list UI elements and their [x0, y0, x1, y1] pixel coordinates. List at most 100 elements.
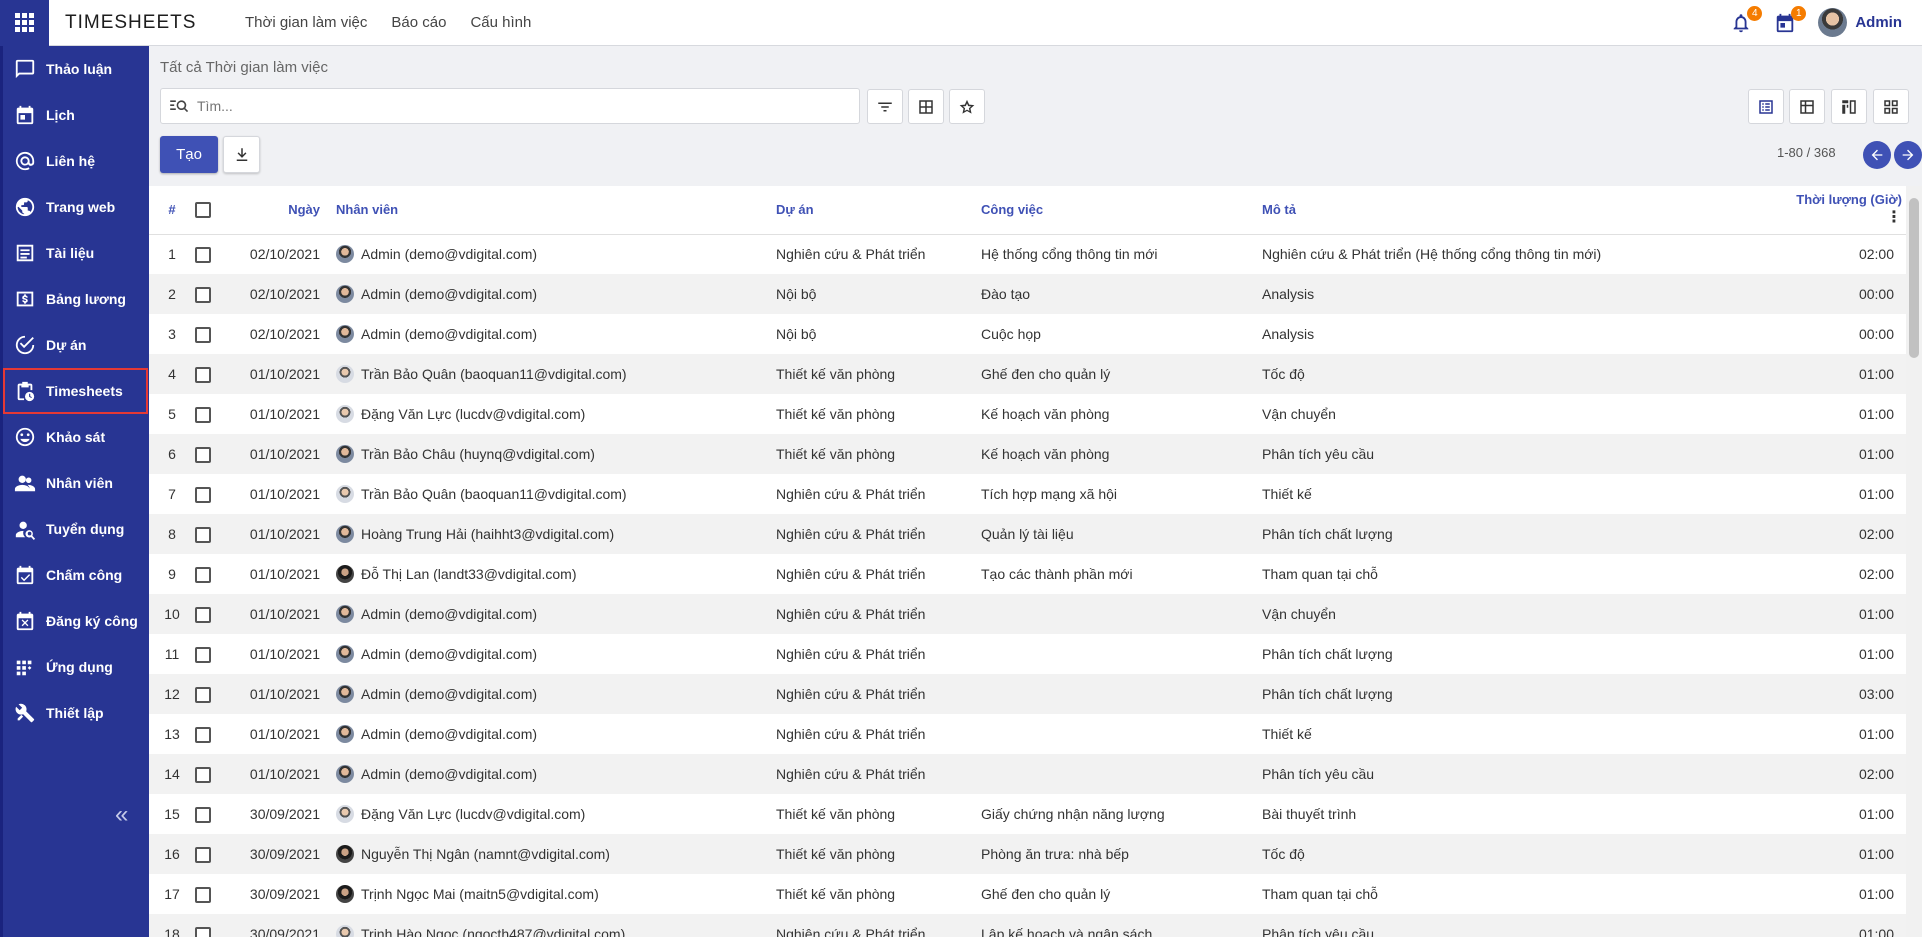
- sidebar-item-settings[interactable]: Thiết lập: [3, 690, 149, 736]
- table-row[interactable]: 3 02/10/2021 Admin (demo@vdigital.com) Nội …: [149, 314, 1906, 354]
- row-employee-cell: Trần Bảo Quân (baoquan11@vdigital.com): [336, 354, 776, 394]
- row-task: Cuộc họp: [981, 326, 1041, 342]
- sidebar-item-discuss[interactable]: Thảo luận: [3, 46, 149, 92]
- table-row[interactable]: 8 01/10/2021 Hoàng Trung Hải (haihht3@vdig…: [149, 514, 1906, 554]
- table-row[interactable]: 7 01/10/2021 Trần Bảo Quân (baoquan11@vdig…: [149, 474, 1906, 514]
- nav-item-reports[interactable]: Báo cáo: [391, 14, 446, 31]
- col-project-header[interactable]: Dự án: [776, 186, 981, 234]
- user-menu[interactable]: Admin: [1818, 8, 1902, 37]
- row-employee-cell: Admin (demo@vdigital.com): [336, 234, 776, 274]
- row-date: 02/10/2021: [249, 246, 320, 263]
- row-checkbox[interactable]: [195, 446, 211, 463]
- sidebar-item-calendar[interactable]: Lịch: [3, 92, 149, 138]
- kanban-view-button[interactable]: [1831, 89, 1867, 124]
- sidebar-item-documents[interactable]: Tài liệu: [3, 230, 149, 276]
- sidebar-item-website[interactable]: Trang web: [3, 184, 149, 230]
- table-row[interactable]: 15 30/09/2021 Đặng Văn Lực (lucdv@vdigital…: [149, 794, 1906, 834]
- row-checkbox[interactable]: [195, 326, 211, 343]
- row-checkbox[interactable]: [195, 486, 211, 503]
- col-duration-header[interactable]: Thời lượng (Giờ) ⋮: [1782, 186, 1906, 234]
- avatar: [336, 245, 354, 264]
- download-button[interactable]: [223, 136, 260, 173]
- row-employee: Trần Bảo Quân (baoquan11@vdigital.com): [361, 486, 627, 502]
- pager-previous-button[interactable]: [1863, 141, 1891, 169]
- col-date-header[interactable]: Ngày: [235, 186, 320, 234]
- column-options-icon[interactable]: ⋮: [1886, 209, 1902, 226]
- row-checkbox[interactable]: [195, 406, 211, 423]
- row-date: 01/10/2021: [249, 406, 320, 422]
- sidebar-item-apps[interactable]: Ứng dụng: [3, 644, 149, 690]
- sidebar-item-timesheets[interactable]: Timesheets: [3, 368, 148, 414]
- table-scrollbar[interactable]: [1906, 186, 1922, 937]
- sidebar-item-work-registration[interactable]: Đăng ký công: [3, 598, 149, 644]
- row-checkbox[interactable]: [195, 566, 211, 583]
- table-row[interactable]: 14 01/10/2021 Admin (demo@vdigital.com) Ngh…: [149, 754, 1906, 794]
- col-description-header[interactable]: Mô tả: [1262, 186, 1782, 234]
- table-row[interactable]: 2 02/10/2021 Admin (demo@vdigital.com) Nội …: [149, 274, 1906, 314]
- search-box[interactable]: [160, 88, 860, 124]
- search-input[interactable]: [197, 98, 837, 114]
- row-checkbox[interactable]: [195, 726, 211, 743]
- person-search-icon: [15, 521, 36, 540]
- table-row[interactable]: 16 30/09/2021 Nguyễn Thị Ngân (namnt@vdigi…: [149, 834, 1906, 874]
- sidebar-item-employees[interactable]: Nhân viên: [3, 460, 149, 506]
- dashboard-view-button[interactable]: [1873, 89, 1909, 124]
- table-row[interactable]: 10 01/10/2021 Admin (demo@vdigital.com) Ngh…: [149, 594, 1906, 634]
- row-description: Phân tích yêu cầu: [1262, 766, 1375, 782]
- row-description: Vận chuyển: [1262, 406, 1336, 422]
- nav-item-work-time[interactable]: Thời gian làm việc: [245, 14, 367, 31]
- activity-button[interactable]: 1: [1774, 5, 1807, 34]
- table-row[interactable]: 11 01/10/2021 Admin (demo@vdigital.com) Ngh…: [149, 634, 1906, 674]
- table-row[interactable]: 18 30/09/2021 Trịnh Hào Ngọc (ngocth487@vd…: [149, 914, 1906, 937]
- create-button[interactable]: Tạo: [160, 136, 218, 173]
- row-index: 5: [168, 406, 176, 422]
- row-checkbox[interactable]: [195, 526, 211, 543]
- table-row[interactable]: 13 01/10/2021 Admin (demo@vdigital.com) Ngh…: [149, 714, 1906, 754]
- row-checkbox[interactable]: [195, 286, 211, 303]
- sidebar-item-recruitment[interactable]: Tuyển dụng: [3, 506, 149, 552]
- row-checkbox[interactable]: [195, 366, 211, 383]
- table-row[interactable]: 9 01/10/2021 Đỗ Thị Lan (landt33@vdigital.…: [149, 554, 1906, 594]
- row-checkbox[interactable]: [195, 846, 211, 863]
- row-checkbox[interactable]: [195, 686, 211, 703]
- row-select-cell: [195, 754, 235, 794]
- sidebar-item-label: Timesheets: [46, 383, 123, 399]
- scrollbar-thumb[interactable]: [1909, 198, 1919, 358]
- col-task-header[interactable]: Công việc: [981, 186, 1262, 234]
- row-checkbox[interactable]: [195, 886, 211, 903]
- row-checkbox[interactable]: [195, 806, 211, 823]
- table-row[interactable]: 1 02/10/2021 Admin (demo@vdigital.com) Nghi…: [149, 234, 1906, 274]
- row-checkbox[interactable]: [195, 606, 211, 623]
- table-row[interactable]: 17 30/09/2021 Trịnh Ngọc Mai (maitn5@vdigi…: [149, 874, 1906, 914]
- row-checkbox[interactable]: [195, 766, 211, 783]
- pager-value[interactable]: 1-80 / 368: [1777, 145, 1836, 160]
- sidebar-collapse-button[interactable]: «: [115, 801, 128, 829]
- select-all-checkbox[interactable]: [195, 202, 211, 219]
- sidebar-item-projects[interactable]: Dự án: [3, 322, 149, 368]
- row-checkbox[interactable]: [195, 246, 211, 263]
- sidebar-item-survey[interactable]: Khảo sát: [3, 414, 149, 460]
- row-checkbox[interactable]: [195, 646, 211, 663]
- col-employee-header[interactable]: Nhân viên: [336, 186, 776, 234]
- sidebar-item-payroll[interactable]: Bảng lương: [3, 276, 149, 322]
- row-select-cell: [195, 514, 235, 554]
- apps-menu-button[interactable]: [0, 0, 49, 46]
- pager-next-button[interactable]: [1894, 141, 1922, 169]
- row-employee: Admin (demo@vdigital.com): [361, 726, 538, 742]
- sidebar-item-contacts[interactable]: Liên hệ: [3, 138, 149, 184]
- sidebar-item-attendance[interactable]: Chấm công: [3, 552, 149, 598]
- filter-button[interactable]: [867, 89, 903, 124]
- table-row[interactable]: 5 01/10/2021 Đặng Văn Lực (lucdv@vdigital.…: [149, 394, 1906, 434]
- groupby-button[interactable]: [908, 89, 944, 124]
- row-duration: 01:00: [1858, 846, 1894, 862]
- row-project: Nghiên cứu & Phát triển: [776, 246, 926, 263]
- table-row[interactable]: 4 01/10/2021 Trần Bảo Quân (baoquan11@vdig…: [149, 354, 1906, 394]
- table-row[interactable]: 12 01/10/2021 Admin (demo@vdigital.com) Ngh…: [149, 674, 1906, 714]
- favorites-button[interactable]: [949, 89, 985, 124]
- row-checkbox[interactable]: [195, 926, 211, 937]
- notification-button[interactable]: 4: [1730, 5, 1763, 34]
- grid-view-button[interactable]: [1789, 89, 1825, 124]
- list-view-button[interactable]: [1748, 89, 1784, 124]
- nav-item-config[interactable]: Cấu hình: [470, 14, 531, 31]
- table-row[interactable]: 6 01/10/2021 Trần Bảo Châu (huynq@vdigital…: [149, 434, 1906, 474]
